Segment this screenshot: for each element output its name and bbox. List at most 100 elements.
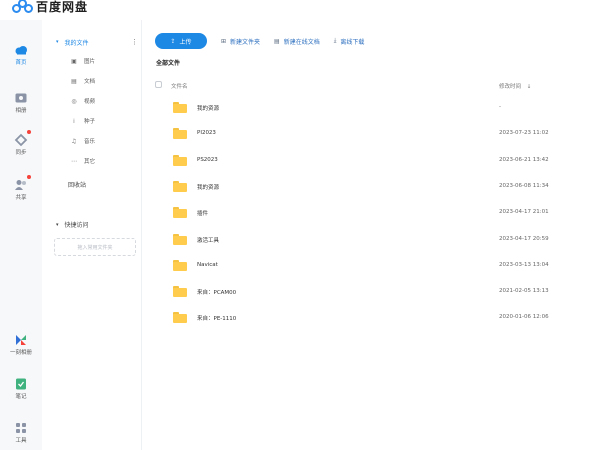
app-logo: 百度网盘 — [12, 0, 88, 15]
folder-icon — [173, 233, 187, 245]
upload-button-label: 上传 — [179, 38, 192, 46]
quick-access-label: 快捷访问 — [64, 222, 89, 229]
file-name[interactable]: 激活工具 — [197, 236, 219, 244]
nav-quick-access[interactable]: ▾ 快捷访问 — [56, 220, 89, 230]
other-icon: ⋯ — [71, 157, 77, 165]
folder-icon — [173, 312, 187, 324]
nav-my-files[interactable]: ▾ 我的文件 ⋮ — [56, 36, 138, 48]
nav-recycle-bin[interactable]: 回收站 — [68, 180, 86, 189]
rail-label: 同步 — [15, 150, 27, 156]
table-row[interactable]: PI2023 2023-07-23 11:02 — [155, 123, 585, 149]
file-modified-time: 2023-06-08 11:34 — [499, 182, 549, 189]
file-name[interactable]: 我的资源 — [197, 183, 219, 191]
nav-item-label: 其它 — [84, 159, 96, 165]
rail-item-home[interactable]: 首页 — [0, 42, 42, 66]
table-row[interactable]: 插件 2023-04-17 21:01 — [155, 202, 585, 228]
app-title: 百度网盘 — [36, 0, 89, 14]
offline-download-button[interactable]: ⤓ 离线下载 — [334, 37, 365, 46]
nav-item-label: 音乐 — [84, 139, 96, 145]
more-options-icon[interactable]: ⋮ — [131, 38, 138, 46]
upload-button[interactable]: ⇪ 上传 — [155, 33, 207, 49]
rail-label: 共享 — [15, 195, 27, 201]
nav-item-images[interactable]: ▣ 图片 — [70, 56, 95, 66]
rail-item-sync[interactable]: 同步 — [0, 130, 42, 156]
new-online-doc-button[interactable]: ▤ 新建在线文档 — [274, 37, 320, 46]
folder-icon — [173, 102, 187, 113]
table-row[interactable]: 来自：PE-1110 2020-01-06 12:06 — [155, 307, 585, 333]
main-toolbar: ⇪ 上传 ⊞ 新建文件夹 ▤ 新建在线文档 ⤓ 离线下载 — [155, 33, 364, 49]
file-name[interactable]: 来自：PCAM00 — [197, 288, 236, 296]
music-icon: ♫ — [71, 137, 77, 145]
table-row[interactable]: 激活工具 2023-04-17 20:59 — [155, 229, 585, 255]
rail-label: 一刻相册 — [9, 350, 32, 356]
new-folder-button[interactable]: ⊞ 新建文件夹 — [221, 37, 260, 46]
notification-dot — [27, 175, 31, 179]
file-modified-time: 2023-04-17 20:59 — [499, 235, 549, 242]
folder-icon — [173, 180, 187, 192]
new-online-doc-label: 新建在线文档 — [283, 38, 320, 46]
column-header-name[interactable]: 文件名 — [171, 82, 188, 90]
cloud-icon — [14, 42, 28, 56]
new-folder-icon: ⊞ — [221, 37, 227, 45]
bt-icon: ⁞ — [73, 117, 75, 125]
file-modified-time: 2023-03-13 13:04 — [499, 261, 549, 268]
nav-item-other[interactable]: ⋯ 其它 — [70, 156, 95, 166]
folder-icon — [173, 128, 187, 140]
table-row[interactable]: 我的资源 - — [155, 97, 585, 123]
nav-item-label: 种子 — [84, 119, 96, 125]
column-header-time-label: 修改时间 — [499, 84, 522, 90]
quick-access-dropzone[interactable]: 拖入常用文件夹 — [54, 238, 136, 256]
note-icon — [14, 376, 28, 390]
nav-item-label: 图片 — [84, 59, 96, 65]
column-header-time[interactable]: 修改时间 ↓ — [499, 82, 531, 90]
file-modified-time: - — [499, 104, 501, 110]
file-name[interactable]: PI2023 — [197, 130, 216, 136]
doc-icon: ▤ — [71, 77, 77, 85]
table-header: 文件名 修改时间 ↓ — [155, 78, 585, 92]
top-header: 百度网盘 — [0, 0, 600, 20]
file-name[interactable]: 来自：PE-1110 — [197, 314, 236, 322]
new-folder-label: 新建文件夹 — [230, 38, 261, 46]
folder-icon — [173, 207, 187, 219]
rail-item-share[interactable]: 共享 — [0, 175, 42, 201]
table-row[interactable]: 我的资源 2023-06-08 11:34 — [155, 176, 585, 202]
online-doc-icon: ▤ — [274, 37, 280, 45]
file-nav-sidebar: ▾ 我的文件 ⋮ ▣ 图片 ▤ 文档 ◎ 视频 ⁞ 种子 ♫ 音乐 ⋯ 其它 回… — [42, 20, 142, 450]
nav-item-docs[interactable]: ▤ 文档 — [70, 76, 95, 86]
file-name[interactable]: 插件 — [197, 209, 208, 217]
folder-icon — [173, 259, 187, 271]
nav-item-videos[interactable]: ◎ 视频 — [70, 96, 95, 106]
video-icon: ◎ — [71, 97, 77, 105]
breadcrumb[interactable]: 全部文件 — [156, 58, 180, 67]
file-modified-time: 2020-01-06 12:06 — [499, 314, 549, 321]
moment-album-icon — [14, 332, 28, 346]
table-row[interactable]: PS2023 2023-06-21 13:42 — [155, 150, 585, 176]
table-row[interactable]: 来自：PCAM00 2021-02-05 13:13 — [155, 281, 585, 307]
file-modified-time: 2021-02-05 13:13 — [499, 288, 549, 295]
sync-icon — [14, 130, 31, 147]
file-name[interactable]: Navicat — [197, 262, 218, 268]
rail-item-tools[interactable]: 工具 — [0, 420, 42, 444]
rail-label: 相册 — [15, 108, 27, 114]
nav-item-label: 视频 — [84, 99, 96, 105]
file-modified-time: 2023-06-21 13:42 — [499, 156, 549, 163]
rail-item-album[interactable]: 相册 — [0, 90, 42, 114]
select-all-checkbox[interactable] — [155, 81, 162, 88]
file-modified-time: 2023-04-17 21:01 — [499, 209, 549, 216]
nav-item-music[interactable]: ♫ 音乐 — [70, 136, 95, 146]
rail-item-notes[interactable]: 笔记 — [0, 376, 42, 400]
file-modified-time: 2023-07-23 11:02 — [499, 130, 549, 137]
collapse-caret-icon: ▾ — [56, 221, 59, 228]
table-row[interactable]: Navicat 2023-03-13 13:04 — [155, 255, 585, 281]
notification-dot — [27, 130, 31, 134]
photo-album-icon — [14, 90, 28, 104]
folder-icon — [173, 286, 187, 298]
file-name[interactable]: PS2023 — [197, 157, 218, 163]
rail-label: 工具 — [15, 438, 27, 444]
rail-item-moment[interactable]: 一刻相册 — [0, 332, 42, 356]
file-name[interactable]: 我的资源 — [197, 104, 219, 112]
nav-my-files-label: 我的文件 — [64, 39, 89, 47]
left-rail: 首页 相册 同步 共享 一刻相册 笔记 工具 — [0, 20, 42, 450]
rail-label: 首页 — [15, 60, 27, 66]
nav-item-torrents[interactable]: ⁞ 种子 — [70, 116, 95, 126]
